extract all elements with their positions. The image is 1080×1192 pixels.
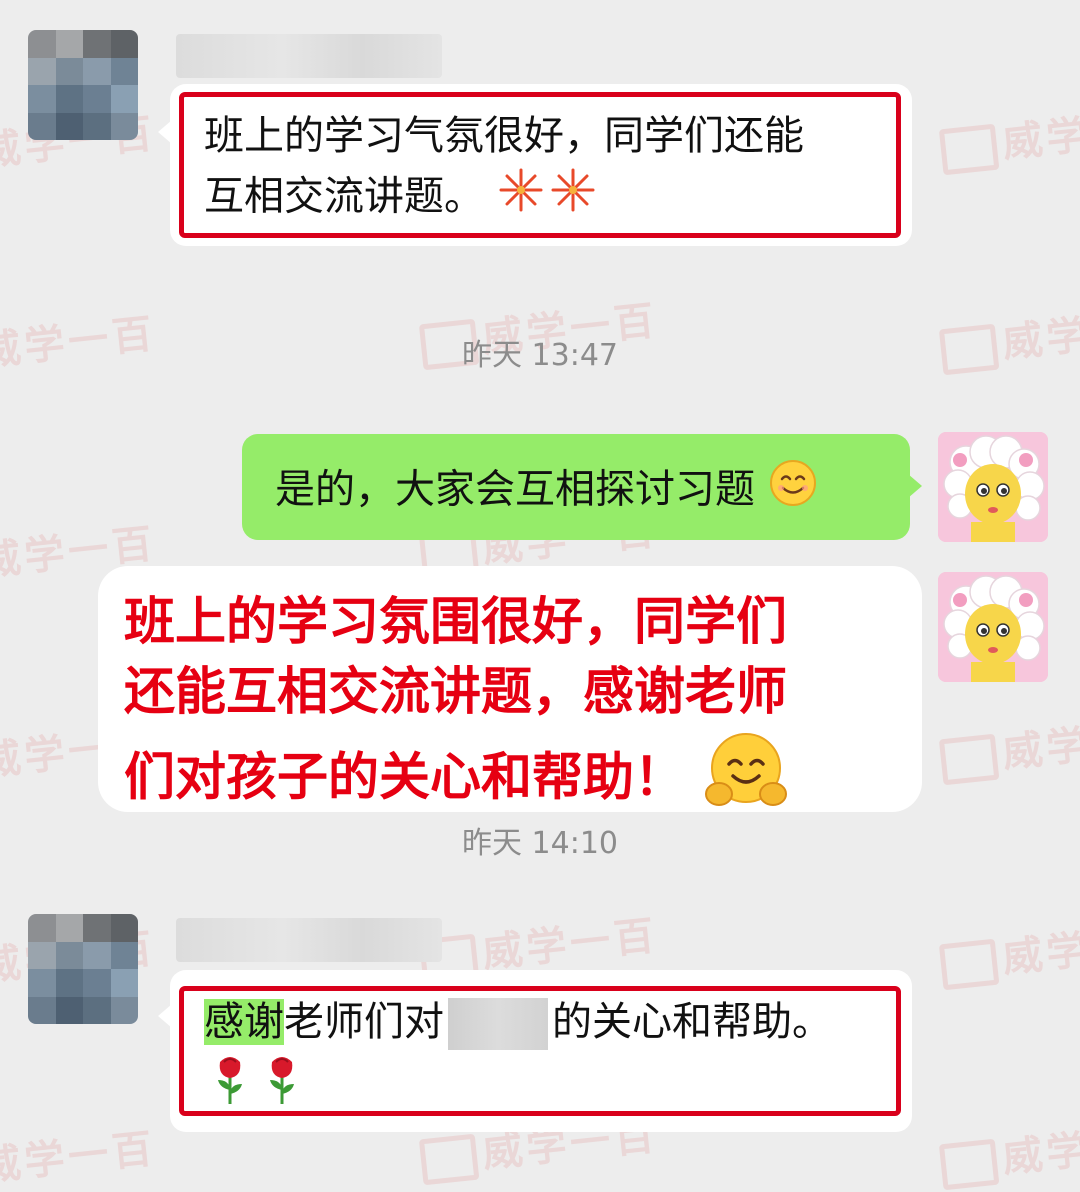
hug-icon — [703, 730, 789, 831]
smile-icon — [768, 458, 818, 525]
watermark: 威学一百 — [0, 1125, 159, 1191]
search-highlight: 感谢 — [204, 999, 284, 1045]
message-3-line-3: 们对孩子的关心和帮助！ — [124, 730, 789, 831]
message-1-line-1: 班上的学习气氛很好，同学们还能 — [204, 113, 804, 159]
watermark: 威学一百 — [938, 93, 1080, 176]
message-3-line-1: 班上的学习氛围很好，同学们 — [124, 593, 788, 652]
message-3-line-2: 还能互相交流讲题，感谢老师 — [124, 663, 788, 722]
sender-name-blurred — [176, 918, 442, 962]
watermark: 威学一百 — [938, 1108, 1080, 1191]
sender-name-blurred — [176, 34, 442, 78]
self-avatar[interactable] — [938, 572, 1048, 682]
message-4-line-2 — [210, 1052, 310, 1125]
message-2-text: 是的，大家会互相探讨习题 — [275, 458, 818, 525]
self-avatar[interactable] — [938, 432, 1048, 542]
watermark: 威学一百 — [938, 703, 1080, 786]
sender-avatar-blurred[interactable] — [28, 914, 138, 1024]
sender-avatar-blurred[interactable] — [28, 30, 138, 140]
watermark: 威学一百 — [938, 908, 1080, 991]
bubble-tail — [908, 474, 922, 498]
redacted-name — [448, 998, 548, 1050]
message-1-line-2: 互相交流讲题。 — [204, 166, 597, 231]
rose-icon — [210, 1052, 310, 1125]
message-4-line-1: 感谢老师们对 的关心和帮助。 — [204, 992, 832, 1052]
timestamp: 昨天 13:47 — [462, 338, 618, 373]
firework-icon — [497, 166, 597, 231]
